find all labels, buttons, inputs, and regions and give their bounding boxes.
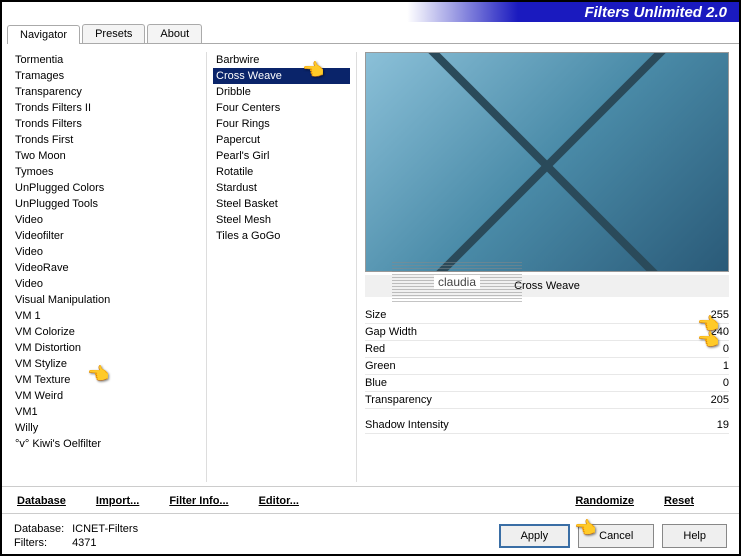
slider-size[interactable]: Size 255 xyxy=(365,307,729,324)
filter-item[interactable]: Tiles a GoGo xyxy=(213,228,350,244)
category-item[interactable]: Tronds First xyxy=(12,132,200,148)
category-item[interactable]: Willy xyxy=(12,420,200,436)
slider-label: Transparency xyxy=(365,394,432,406)
filter-item[interactable]: Dribble xyxy=(213,84,350,100)
database-info: Database: ICNET-Filters Filters: 4371 xyxy=(14,522,138,551)
slider-green[interactable]: Green 1 xyxy=(365,358,729,375)
filter-item[interactable]: Pearl's Girl xyxy=(213,148,350,164)
category-item[interactable]: °v° Kiwi's Oelfilter xyxy=(12,436,200,452)
category-item[interactable]: Transparency xyxy=(12,84,200,100)
slider-shadow-intensity[interactable]: Shadow Intensity 19 xyxy=(365,417,729,434)
slider-value: 0 xyxy=(694,377,729,389)
link-bar: Database Import... Filter Info... Editor… xyxy=(2,486,739,513)
footer: Database: ICNET-Filters Filters: 4371 Ap… xyxy=(2,513,739,559)
filter-item[interactable]: Barbwire xyxy=(213,52,350,68)
preview-image xyxy=(365,52,729,272)
filter-item[interactable]: Four Rings xyxy=(213,116,350,132)
slider-red[interactable]: Red 0 xyxy=(365,341,729,358)
db-name: ICNET-Filters xyxy=(72,523,138,535)
category-item[interactable]: VM Colorize xyxy=(12,324,200,340)
category-item[interactable]: Tramages xyxy=(12,68,200,84)
slider-label: Shadow Intensity xyxy=(365,419,449,431)
category-item[interactable]: VideoRave xyxy=(12,260,200,276)
filter-item[interactable]: Cross Weave xyxy=(213,68,350,84)
filter-item[interactable]: Rotatile xyxy=(213,164,350,180)
button-group: Apply Cancel Help xyxy=(499,524,727,548)
slider-label: Red xyxy=(365,343,385,355)
slider-transparency[interactable]: Transparency 205 xyxy=(365,392,729,409)
link-database[interactable]: Database xyxy=(17,495,66,507)
link-randomize[interactable]: Randomize xyxy=(575,495,634,507)
db-label: Database: xyxy=(14,522,69,536)
slider-label: Size xyxy=(365,309,386,321)
filter-item[interactable]: Four Centers xyxy=(213,100,350,116)
apply-button[interactable]: Apply xyxy=(499,524,571,548)
slider-gap-width[interactable]: Gap Width 240 xyxy=(365,324,729,341)
slider-value: 255 xyxy=(694,309,729,321)
slider-value: 1 xyxy=(694,360,729,372)
category-item[interactable]: UnPlugged Colors xyxy=(12,180,200,196)
category-item[interactable]: Tormentia xyxy=(12,52,200,68)
link-filter-info[interactable]: Filter Info... xyxy=(169,495,228,507)
category-list[interactable]: TormentiaTramagesTransparencyTronds Filt… xyxy=(12,52,207,482)
slider-label: Green xyxy=(365,360,396,372)
category-item[interactable]: VM1 xyxy=(12,404,200,420)
slider-value: 205 xyxy=(694,394,729,406)
category-item[interactable]: Visual Manipulation xyxy=(12,292,200,308)
cancel-button[interactable]: Cancel xyxy=(578,524,654,548)
tab-navigator[interactable]: Navigator xyxy=(7,25,80,44)
category-item[interactable]: VM Texture xyxy=(12,372,200,388)
category-item[interactable]: Tronds Filters xyxy=(12,116,200,132)
tab-strip: Navigator Presets About xyxy=(7,24,739,44)
category-item[interactable]: Video xyxy=(12,276,200,292)
category-item[interactable]: VM Stylize xyxy=(12,356,200,372)
help-button[interactable]: Help xyxy=(662,524,727,548)
main-panel: TormentiaTramagesTransparencyTronds Filt… xyxy=(2,44,739,486)
category-item[interactable]: VM 1 xyxy=(12,308,200,324)
tab-about[interactable]: About xyxy=(147,24,202,43)
category-item[interactable]: Video xyxy=(12,212,200,228)
category-item[interactable]: Tronds Filters II xyxy=(12,100,200,116)
filter-list[interactable]: BarbwireCross WeaveDribbleFour CentersFo… xyxy=(207,52,357,482)
slider-label: Blue xyxy=(365,377,387,389)
filter-item[interactable]: Steel Mesh xyxy=(213,212,350,228)
filters-count: 4371 xyxy=(72,537,96,549)
filters-label: Filters: xyxy=(14,536,69,550)
filter-item[interactable]: Papercut xyxy=(213,132,350,148)
link-reset[interactable]: Reset xyxy=(664,495,694,507)
category-item[interactable]: Videofilter xyxy=(12,228,200,244)
slider-value: 19 xyxy=(694,419,729,431)
slider-group: Size 255 Gap Width 240 Red 0 Green 1 Blue 0 Transp… xyxy=(365,307,729,409)
slider-label: Gap Width xyxy=(365,326,417,338)
link-import[interactable]: Import... xyxy=(96,495,139,507)
tab-presets[interactable]: Presets xyxy=(82,24,145,43)
category-item[interactable]: VM Distortion xyxy=(12,340,200,356)
filter-item[interactable]: Stardust xyxy=(213,180,350,196)
title-bar: Filters Unlimited 2.0 xyxy=(2,2,739,22)
category-item[interactable]: VM Weird xyxy=(12,388,200,404)
category-item[interactable]: Tymoes xyxy=(12,164,200,180)
watermark: claudia xyxy=(392,262,522,302)
slider-value: 240 xyxy=(694,326,729,338)
category-item[interactable]: Video xyxy=(12,244,200,260)
slider-value: 0 xyxy=(694,343,729,355)
slider-blue[interactable]: Blue 0 xyxy=(365,375,729,392)
app-title: Filters Unlimited 2.0 xyxy=(584,4,727,21)
category-item[interactable]: UnPlugged Tools xyxy=(12,196,200,212)
filter-item[interactable]: Steel Basket xyxy=(213,196,350,212)
link-editor[interactable]: Editor... xyxy=(259,495,299,507)
category-item[interactable]: Two Moon xyxy=(12,148,200,164)
